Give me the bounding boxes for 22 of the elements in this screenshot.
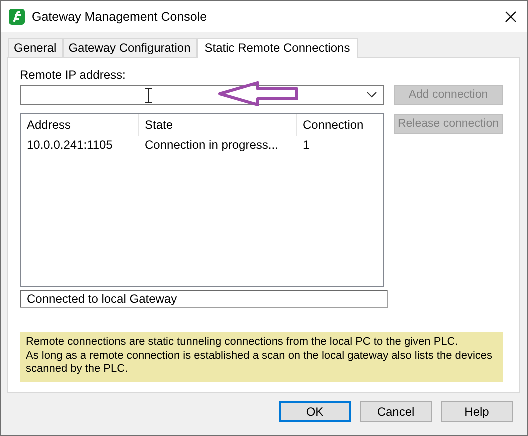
- table-row[interactable]: 10.0.0.241:1105 Connection in progress... 1: [21, 136, 383, 154]
- dialog-button[interactable]: Help: [441, 401, 513, 422]
- dialog-button[interactable]: Cancel: [360, 401, 432, 422]
- window-title: Gateway Management Console: [32, 10, 208, 24]
- column-header[interactable]: Address: [21, 114, 139, 136]
- close-icon[interactable]: [505, 10, 517, 22]
- info-text: Remote connections are static tunneling connections from the local PC to the given PLC.: [26, 336, 460, 350]
- table-cell-text: 1: [302, 137, 311, 154]
- field-label: Remote IP address:: [20, 68, 127, 83]
- app-icon: [9, 8, 25, 24]
- table-cell-text: Connection in progress...: [144, 137, 280, 154]
- table-cell-text: 10.0.0.241:1105: [26, 137, 114, 154]
- dialog-button[interactable]: OK: [279, 401, 351, 422]
- text-cursor-icon: [145, 88, 152, 103]
- tab[interactable]: Gateway Configuration: [62, 38, 197, 57]
- info-text: As long as a remote connection is established a scan on the local gateway also lists the devices scanned by the PLC.: [26, 350, 494, 376]
- column-header[interactable]: State: [139, 114, 297, 136]
- tab[interactable]: General: [8, 38, 63, 57]
- column-header[interactable]: Connection: [297, 114, 381, 136]
- tab[interactable]: Static Remote Connections: [196, 38, 358, 58]
- dropdown-caret-icon: [367, 92, 377, 98]
- status-field: Connected to local Gateway: [20, 290, 388, 308]
